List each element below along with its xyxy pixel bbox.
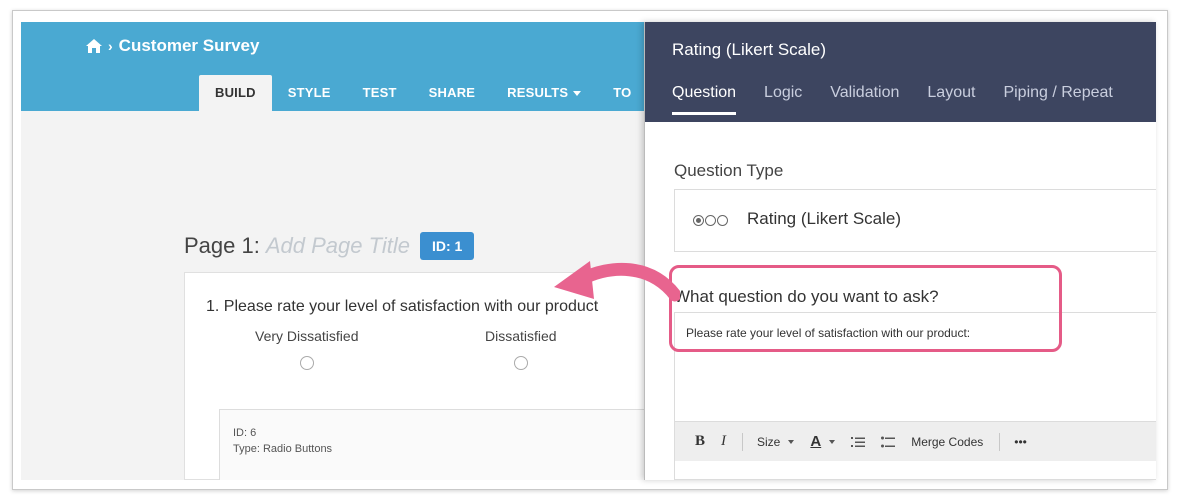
bold-button[interactable]: B xyxy=(695,433,705,450)
tab-question[interactable]: Question xyxy=(672,84,737,115)
survey-builder: › Customer Survey BUILD STYLE TEST SHARE… xyxy=(21,22,657,480)
question-editor-panel: Rating (Likert Scale) Question Logic Val… xyxy=(644,22,1156,480)
bulleted-list-button[interactable] xyxy=(881,436,896,448)
home-icon[interactable] xyxy=(86,39,102,53)
tab-validation[interactable]: Validation xyxy=(830,84,899,115)
page-title: Page 1: Add Page Title ID: 1 xyxy=(184,232,475,260)
question-id: ID: 6 xyxy=(233,427,257,439)
question-text-editor[interactable]: Please rate your level of satisfaction w… xyxy=(674,312,1156,480)
builder-header: › Customer Survey BUILD STYLE TEST SHARE… xyxy=(21,22,657,111)
tab-piping-repeat[interactable]: Piping / Repeat xyxy=(1003,84,1112,115)
panel-tabs: Question Logic Validation Layout Piping … xyxy=(672,84,1141,115)
panel-title: Rating (Likert Scale) xyxy=(672,40,827,59)
question-meta[interactable]: ID: 6 Type: Radio Buttons xyxy=(219,409,657,480)
italic-button[interactable]: I xyxy=(721,433,726,450)
tab-layout[interactable]: Layout xyxy=(927,84,975,115)
tab-test[interactable]: TEST xyxy=(347,75,413,111)
question-type-label: Question Type xyxy=(674,161,784,180)
option-label: Very Dissatisfied xyxy=(255,328,359,344)
toolbar-divider xyxy=(999,432,1001,451)
tab-logic[interactable]: Logic xyxy=(764,84,802,115)
caret-down-icon xyxy=(573,91,582,97)
tab-share[interactable]: SHARE xyxy=(413,75,492,111)
option-dissatisfied: Dissatisfied xyxy=(485,328,557,370)
survey-title[interactable]: Customer Survey xyxy=(119,36,260,56)
radio-button[interactable] xyxy=(513,356,528,370)
page-prefix: Page 1: xyxy=(184,233,260,258)
bulleted-list-icon xyxy=(881,436,896,447)
radio-button[interactable] xyxy=(299,356,314,370)
breadcrumb[interactable]: › Customer Survey xyxy=(86,36,259,56)
tab-tools[interactable]: TO xyxy=(597,75,647,111)
tab-results-label: RESULTS xyxy=(507,85,569,100)
question-type-select[interactable]: Rating (Likert Scale) xyxy=(674,189,1156,252)
builder-tabs: BUILD STYLE TEST SHARE RESULTS TO xyxy=(199,75,648,111)
editor-toolbar: B I Size A Merge Codes ••• xyxy=(675,421,1156,461)
option-very-dissatisfied: Very Dissatisfied xyxy=(255,328,358,370)
merge-codes-button[interactable]: Merge Codes xyxy=(911,435,983,449)
toolbar-divider xyxy=(742,432,744,451)
question-card[interactable]: 1. Please rate your level of satisfactio… xyxy=(184,272,657,480)
question-text-label: What question do you want to ask? xyxy=(674,287,939,306)
font-color-button[interactable]: A xyxy=(810,433,835,450)
panel-header: Rating (Likert Scale) Question Logic Val… xyxy=(645,22,1156,122)
tab-results[interactable]: RESULTS xyxy=(491,75,597,111)
question-text: 1. Please rate your level of satisfactio… xyxy=(206,298,599,315)
question-type: Type: Radio Buttons xyxy=(233,443,333,455)
question-text-value[interactable]: Please rate your level of satisfaction w… xyxy=(686,326,970,340)
tab-style[interactable]: STYLE xyxy=(272,75,347,111)
font-color-icon: A xyxy=(810,433,822,450)
numbered-list-icon xyxy=(851,436,866,447)
more-options-button[interactable]: ••• xyxy=(1014,435,1027,449)
page-id-badge: ID: 1 xyxy=(419,232,475,260)
chevron-right-icon: › xyxy=(108,38,113,54)
page-title-placeholder[interactable]: Add Page Title xyxy=(266,233,410,259)
font-size-dropdown[interactable]: Size xyxy=(757,435,794,449)
tab-build[interactable]: BUILD xyxy=(199,75,272,111)
likert-scale-icon xyxy=(693,215,728,226)
question-type-value: Rating (Likert Scale) xyxy=(747,209,902,228)
option-label: Dissatisfied xyxy=(485,328,557,344)
numbered-list-button[interactable] xyxy=(851,436,866,448)
